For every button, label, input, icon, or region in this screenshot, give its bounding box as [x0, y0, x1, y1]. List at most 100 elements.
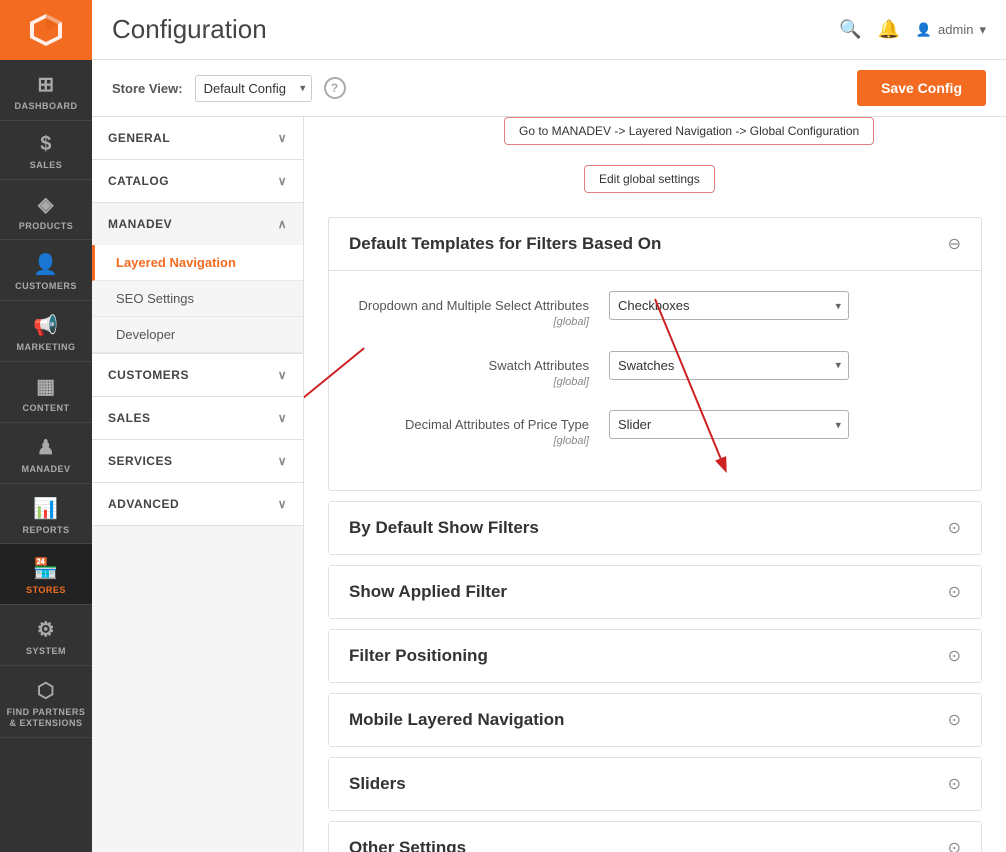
nav-section-advanced: ADVANCED∨	[92, 483, 303, 526]
field-control-dropdown: CheckboxesLinksDropdowns	[609, 291, 961, 320]
section-block-show-applied-filter: Show Applied Filter⊙	[328, 565, 982, 619]
sidebar-item-sales[interactable]: $SALES	[0, 121, 92, 180]
nav-sub-item-layered-navigation[interactable]: Layered Navigation	[92, 245, 303, 281]
section-title-mobile-layered-nav: Mobile Layered Navigation	[349, 710, 564, 730]
sidebar-item-customers[interactable]: 👤 CUSTOMERS	[0, 240, 92, 301]
nav-section-header-general[interactable]: GENERAL∨	[92, 117, 303, 159]
marketing-icon: 📢	[33, 313, 58, 338]
admin-user-icon: 👤	[916, 22, 932, 38]
field-select-decimal[interactable]: SliderFrom-ToDropdowns	[609, 410, 849, 439]
field-row-decimal: Decimal Attributes of Price Type[global]…	[349, 410, 961, 450]
sidebar-item-system[interactable]: ⚙ SYSTEM	[0, 605, 92, 666]
body-layout: GENERAL∨CATALOG∨MANADEV∧Layered Navigati…	[92, 117, 1006, 852]
nav-section-header-services[interactable]: SERVICES ∨	[92, 440, 303, 482]
customers-icon: 👤	[33, 252, 58, 277]
sidebar-label-content: CONTENT	[23, 403, 70, 414]
nav-section-label-general: GENERAL	[108, 131, 170, 145]
nav-sub-item-developer[interactable]: Developer	[92, 317, 303, 353]
section-header-filter-positioning[interactable]: Filter Positioning⊙	[329, 630, 981, 682]
nav-section-general: GENERAL∨	[92, 117, 303, 160]
sidebar-label-marketing: MARKETING	[17, 342, 76, 353]
search-icon[interactable]: 🔍	[839, 19, 861, 40]
content-area: Go to MANADEV -> Layered Navigation -> G…	[304, 117, 1006, 852]
system-icon: ⚙	[37, 617, 55, 642]
section-icon-filter-positioning: ⊙	[948, 646, 961, 666]
templates-section: Default Templates for Filters Based On ⊖…	[328, 217, 982, 491]
nav-section-chevron-services: ∨	[278, 454, 287, 468]
admin-user-menu[interactable]: 👤 admin ▾	[916, 22, 986, 38]
nav-section-header-manadev[interactable]: MANADEV ∧	[92, 203, 303, 245]
sidebar-item-content[interactable]: ▦ CONTENT	[0, 362, 92, 423]
section-icon-mobile-layered-nav: ⊙	[948, 710, 961, 730]
left-nav: GENERAL∨CATALOG∨MANADEV∧Layered Navigati…	[92, 117, 304, 852]
sidebar-item-findpartners[interactable]: ⬡FIND PARTNERS & EXTENSIONS	[0, 666, 92, 738]
nav-sub-items-manadev: Layered NavigationSEO SettingsDeveloper	[92, 245, 303, 353]
nav-section-header-advanced[interactable]: ADVANCED∨	[92, 483, 303, 525]
nav-section-chevron-customers: ∨	[278, 368, 287, 382]
sidebar-label-sales: SALES	[30, 160, 63, 171]
main-area: Configuration 🔍 🔔 👤 admin ▾ Store View: …	[92, 0, 1006, 852]
nav-section-label-customers: CUSTOMERS	[108, 368, 189, 382]
page-title: Configuration	[112, 14, 267, 45]
nav-section-label-manadev: MANADEV	[108, 217, 172, 231]
content-icon: ▦	[36, 374, 55, 399]
nav-section-sales: SALES∨	[92, 397, 303, 440]
sidebar-item-dashboard[interactable]: ⊞DASHBOARD	[0, 60, 92, 121]
store-view-label: Store View:	[112, 81, 183, 96]
logo[interactable]	[0, 0, 92, 60]
sidebar-label-dashboard: DASHBOARD	[15, 101, 78, 112]
nav-section-label-advanced: ADVANCED	[108, 497, 179, 511]
templates-header[interactable]: Default Templates for Filters Based On ⊖	[329, 218, 981, 271]
field-label-swatch: Swatch Attributes[global]	[349, 351, 609, 391]
sidebar-label-customers: CUSTOMERS	[15, 281, 77, 292]
store-view-select[interactable]: Default Config	[195, 75, 312, 102]
nav-sub-item-seo-settings[interactable]: SEO Settings	[92, 281, 303, 317]
section-header-other-settings[interactable]: Other Settings⊙	[329, 822, 981, 852]
field-row-dropdown: Dropdown and Multiple Select Attributes[…	[349, 291, 961, 331]
sidebar-item-stores[interactable]: 🏪 STORES	[0, 544, 92, 605]
section-block-mobile-layered-nav: Mobile Layered Navigation ⊙	[328, 693, 982, 747]
notifications-icon[interactable]: 🔔	[877, 19, 899, 40]
global-badge-dropdown: [global]	[349, 315, 589, 330]
save-config-button[interactable]: Save Config	[857, 70, 986, 106]
sidebar-item-products[interactable]: ◈PRODUCTS	[0, 180, 92, 241]
section-header-show-applied-filter[interactable]: Show Applied Filter⊙	[329, 566, 981, 618]
tooltip-box-1: Go to MANADEV -> Layered Navigation -> G…	[504, 117, 874, 145]
sidebar-item-reports[interactable]: 📊REPORTS	[0, 484, 92, 545]
sidebar-item-marketing[interactable]: 📢 MARKETING	[0, 301, 92, 362]
section-block-other-settings: Other Settings⊙	[328, 821, 982, 852]
manadev-icon: ♟	[37, 435, 55, 460]
sidebar-label-stores: STORES	[26, 585, 66, 596]
section-header-sliders[interactable]: Sliders⊙	[329, 758, 981, 810]
sidebar-label-system: SYSTEM	[26, 646, 66, 657]
nav-section-catalog: CATALOG∨	[92, 160, 303, 203]
sub-header: Store View: Default Config ? Save Config	[92, 60, 1006, 117]
field-select-swatch[interactable]: SwatchesLinksCheckboxes	[609, 351, 849, 380]
nav-section-header-catalog[interactable]: CATALOG∨	[92, 160, 303, 202]
templates-body: Dropdown and Multiple Select Attributes[…	[329, 271, 981, 490]
findpartners-icon: ⬡	[37, 678, 55, 703]
nav-section-header-customers[interactable]: CUSTOMERS ∨	[92, 354, 303, 396]
nav-section-label-services: SERVICES	[108, 454, 172, 468]
header-actions: 🔍 🔔 👤 admin ▾	[839, 19, 986, 40]
global-badge-decimal: [global]	[349, 434, 589, 449]
section-block-show-filters: By Default Show Filters⊙	[328, 501, 982, 555]
tooltip2-text: Edit global settings	[599, 172, 700, 186]
sidebar-item-manadev[interactable]: ♟MANADEV	[0, 423, 92, 484]
section-icon-show-filters: ⊙	[948, 518, 961, 538]
field-select-wrapper-swatch: SwatchesLinksCheckboxes	[609, 351, 849, 380]
section-header-mobile-layered-nav[interactable]: Mobile Layered Navigation ⊙	[329, 694, 981, 746]
section-title-show-applied-filter: Show Applied Filter	[349, 582, 507, 602]
tooltip1-text: Go to MANADEV -> Layered Navigation -> G…	[519, 124, 859, 138]
help-icon[interactable]: ?	[324, 77, 346, 99]
sidebar: ⊞DASHBOARD$SALES◈PRODUCTS 👤 CUSTOMERS 📢 MARK…	[0, 0, 92, 852]
nav-section-chevron-manadev: ∧	[278, 217, 287, 231]
stores-icon: 🏪	[33, 556, 58, 581]
field-select-dropdown[interactable]: CheckboxesLinksDropdowns	[609, 291, 849, 320]
field-label-dropdown: Dropdown and Multiple Select Attributes[…	[349, 291, 609, 331]
section-header-show-filters[interactable]: By Default Show Filters⊙	[329, 502, 981, 554]
store-view-wrapper: Default Config	[195, 75, 312, 102]
nav-section-header-sales[interactable]: SALES∨	[92, 397, 303, 439]
field-row-swatch: Swatch Attributes[global]SwatchesLinksCh…	[349, 351, 961, 391]
field-label-decimal: Decimal Attributes of Price Type[global]	[349, 410, 609, 450]
